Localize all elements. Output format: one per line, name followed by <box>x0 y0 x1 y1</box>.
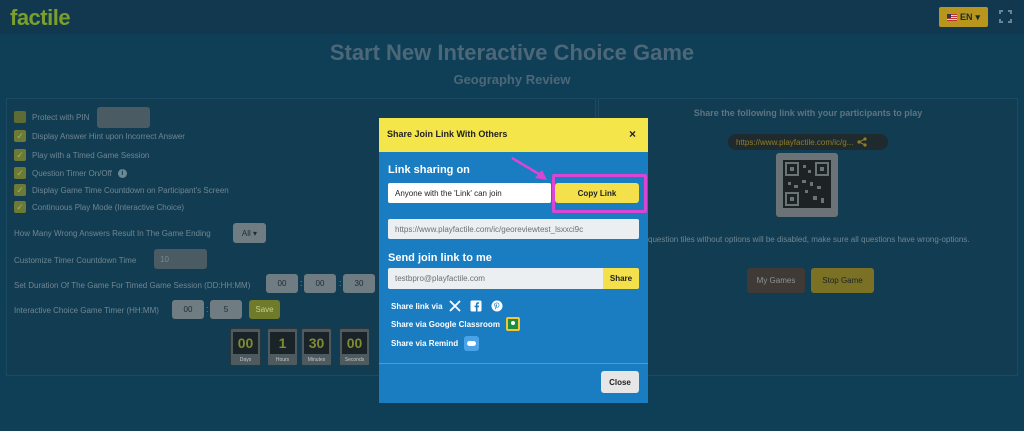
qr-code-pattern <box>783 160 831 208</box>
remind-label: Share via Remind <box>391 339 459 348</box>
chevron-down-icon: ▾ <box>975 11 981 22</box>
option-protect-pin[interactable]: Protect with PIN <box>14 111 89 123</box>
factile-logo[interactable]: factile <box>10 5 71 31</box>
modal-header: Share Join Link With Others × <box>379 118 648 152</box>
share-panel-title: Share the following link with your parti… <box>693 108 923 118</box>
duration-days-input[interactable]: 00 <box>266 274 298 293</box>
share-remind-row[interactable]: Share via Remind <box>391 336 480 351</box>
option-answer-hint[interactable]: ✓ Display Answer Hint upon Incorrect Ans… <box>14 130 185 142</box>
us-flag-icon <box>946 13 957 21</box>
modal-title: Share Join Link With Others <box>387 129 508 139</box>
duration-minutes-input[interactable]: 30 <box>343 274 375 293</box>
colon-separator: : <box>300 278 303 288</box>
option-label: Display Answer Hint upon Incorrect Answe… <box>32 131 185 141</box>
option-question-timer[interactable]: ✓ Question Timer On/Off i <box>14 167 127 179</box>
top-bar: factile EN ▾ <box>0 0 1024 34</box>
qr-code <box>776 153 838 217</box>
modal-footer-divider <box>379 363 648 364</box>
countdown-label: Days <box>239 357 252 363</box>
checkbox-checked[interactable]: ✓ <box>14 149 26 161</box>
colon-separator: : <box>339 278 342 288</box>
countdown-value: 00 <box>342 332 367 354</box>
language-label: EN <box>959 12 973 22</box>
language-selector[interactable]: EN ▾ <box>939 7 988 27</box>
stop-game-button[interactable]: Stop Game <box>811 268 874 293</box>
share-google-classroom-row[interactable]: Share via Google Classroom <box>391 317 520 331</box>
x-twitter-icon[interactable] <box>448 300 461 312</box>
option-timed-session[interactable]: ✓ Play with a Timed Game Session <box>14 149 149 161</box>
close-icon[interactable]: × <box>629 127 636 141</box>
page-title: Start New Interactive Choice Game <box>329 40 695 65</box>
remind-icon[interactable] <box>464 336 480 351</box>
countdown-label: Hours <box>275 357 290 363</box>
warning-text: question tiles without options will be d… <box>648 235 970 244</box>
link-sharing-heading: Link sharing on <box>388 164 470 176</box>
info-icon[interactable]: i <box>117 168 127 178</box>
pinterest-icon[interactable] <box>491 300 503 312</box>
wrong-answers-select[interactable]: All ▾ <box>233 223 266 243</box>
chevron-down-icon: ▾ <box>250 228 258 238</box>
page-subtitle: Geography Review <box>453 72 571 87</box>
checkbox-checked[interactable]: ✓ <box>14 184 26 196</box>
countdown-days: 00 Days <box>230 328 261 366</box>
save-button[interactable]: Save <box>249 300 280 319</box>
join-link-pill[interactable]: https://www.playfactile.com/ic/g... <box>728 134 888 150</box>
join-url-field[interactable]: https://www.playfactile.com/ic/georeview… <box>388 219 639 239</box>
join-link-text: https://www.playfactile.com/ic/g... <box>736 137 854 147</box>
wrong-answers-label: How Many Wrong Answers Result In The Gam… <box>14 229 211 238</box>
email-field[interactable]: testbpro@playfactile.com <box>388 268 603 289</box>
sharing-mode-select[interactable]: Anyone with the 'Link' can join <box>388 183 551 203</box>
option-label: Protect with PIN <box>32 112 90 122</box>
timer-countdown-input[interactable]: 10 <box>154 249 207 269</box>
share-via-label: Share link via <box>391 301 443 311</box>
share-button[interactable]: Share <box>603 268 639 289</box>
pointer-arrow-annotation <box>511 156 547 180</box>
countdown-minutes: 30 Minutes <box>301 328 332 366</box>
option-label: Play with a Timed Game Session <box>32 150 150 160</box>
option-continuous-play[interactable]: ✓ Continuous Play Mode (Interactive Choi… <box>14 201 184 213</box>
checkbox[interactable] <box>14 111 26 123</box>
checkbox-checked[interactable]: ✓ <box>14 130 26 142</box>
choice-timer-label: Interactive Choice Game Timer (HH:MM) <box>14 306 159 315</box>
share-icon[interactable] <box>857 137 867 147</box>
option-label: Continuous Play Mode (Interactive Choice… <box>32 202 185 212</box>
duration-label: Set Duration Of The Game For Timed Game … <box>14 281 251 290</box>
option-label: Question Timer On/Off <box>32 168 112 178</box>
google-classroom-label: Share via Google Classroom <box>391 319 500 329</box>
pin-input[interactable] <box>97 107 150 128</box>
wrong-answers-value: All <box>241 228 251 238</box>
option-label: Display Game Time Countdown on Participa… <box>32 185 229 195</box>
facebook-icon[interactable] <box>470 300 482 312</box>
fullscreen-icon[interactable] <box>999 10 1012 23</box>
countdown-seconds: 00 Seconds <box>339 328 370 366</box>
duration-hours-input[interactable]: 00 <box>304 274 336 293</box>
countdown-hours: 1 Hours <box>267 328 298 366</box>
copy-link-highlight-box <box>552 174 647 213</box>
countdown-label: Seconds <box>344 357 365 363</box>
countdown-value: 30 <box>304 332 329 354</box>
checkbox-checked[interactable]: ✓ <box>14 201 26 213</box>
countdown-label: Minutes <box>307 357 326 363</box>
timer-countdown-label: Customize Timer Countdown Time <box>14 256 137 265</box>
google-classroom-icon[interactable] <box>505 317 520 331</box>
colon-separator: : <box>206 304 209 314</box>
countdown-value: 1 <box>270 332 295 354</box>
choice-timer-hours-input[interactable]: 00 <box>172 300 204 319</box>
share-link-via-row: Share link via <box>391 300 503 312</box>
option-countdown-display[interactable]: ✓ Display Game Time Countdown on Partici… <box>14 184 229 196</box>
my-games-button[interactable]: My Games <box>747 268 805 293</box>
close-button[interactable]: Close <box>601 371 639 393</box>
checkbox-checked[interactable]: ✓ <box>14 167 26 179</box>
countdown-value: 00 <box>233 332 258 354</box>
send-link-heading: Send join link to me <box>388 252 492 264</box>
choice-timer-minutes-input[interactable]: 5 <box>210 300 242 319</box>
